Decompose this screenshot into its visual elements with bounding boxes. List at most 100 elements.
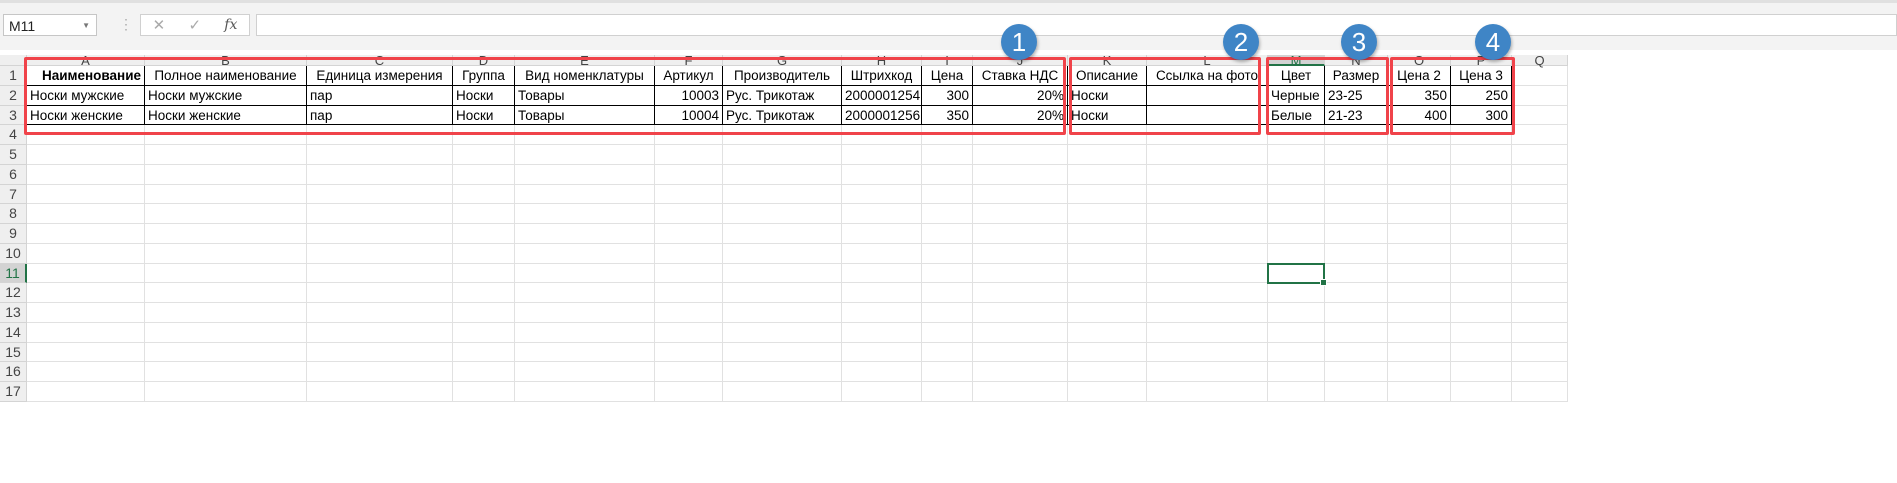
cell-G13[interactable]: [723, 303, 842, 323]
cell-B7[interactable]: [145, 184, 307, 205]
cell-N8[interactable]: [1325, 204, 1388, 224]
cell-N16[interactable]: [1325, 362, 1388, 382]
cell-F13[interactable]: [655, 303, 723, 323]
cell-P14[interactable]: [1451, 322, 1512, 343]
cell-H15[interactable]: [842, 342, 922, 363]
formula-input[interactable]: [256, 14, 1897, 36]
cell-K8[interactable]: [1068, 204, 1147, 224]
cell-G6[interactable]: [723, 164, 842, 185]
cell-M12[interactable]: [1268, 283, 1325, 303]
cell-K5[interactable]: [1068, 145, 1147, 165]
cell-I8[interactable]: [922, 204, 973, 224]
cell-N9[interactable]: [1325, 224, 1388, 244]
cell-P10[interactable]: [1451, 243, 1512, 264]
cell-M15[interactable]: [1268, 342, 1325, 363]
cell-E10[interactable]: [515, 243, 655, 264]
cell-F10[interactable]: [655, 243, 723, 264]
header-cell[interactable]: [1512, 66, 1568, 86]
cell-C14[interactable]: [307, 322, 453, 343]
cell-B11[interactable]: [145, 263, 307, 284]
cell-N14[interactable]: [1325, 322, 1388, 343]
cell-K17[interactable]: [1068, 382, 1147, 402]
cell-H13[interactable]: [842, 303, 922, 323]
cell-Q4[interactable]: [1512, 125, 1568, 145]
cell-N12[interactable]: [1325, 283, 1388, 303]
cell-A9[interactable]: [27, 224, 145, 244]
cell-O10[interactable]: [1388, 243, 1451, 264]
cell-J12[interactable]: [973, 283, 1068, 303]
cell-O17[interactable]: [1388, 382, 1451, 402]
cell-F6[interactable]: [655, 164, 723, 185]
cell-J8[interactable]: [973, 204, 1068, 224]
spreadsheet-grid[interactable]: A B C D E F G H I J K L M N O P Q 1 2 3 4 5 6 7 8 9 10 11 12 13 14 15 16…: [0, 24, 1897, 483]
cell-I9[interactable]: [922, 224, 973, 244]
cell-Q5[interactable]: [1512, 145, 1568, 165]
cell-M5[interactable]: [1268, 145, 1325, 165]
row-header-12[interactable]: 12: [0, 283, 27, 303]
row-header-2[interactable]: 2: [0, 85, 27, 106]
cell-P9[interactable]: [1451, 224, 1512, 244]
cell-F9[interactable]: [655, 224, 723, 244]
cell-C9[interactable]: [307, 224, 453, 244]
cell-O14[interactable]: [1388, 322, 1451, 343]
cell-N17[interactable]: [1325, 382, 1388, 402]
cell-D7[interactable]: [453, 184, 515, 205]
cell-F17[interactable]: [655, 382, 723, 402]
cell-O12[interactable]: [1388, 283, 1451, 303]
cell-L7[interactable]: [1147, 184, 1268, 205]
cell-N11[interactable]: [1325, 263, 1388, 284]
cell-J15[interactable]: [973, 342, 1068, 363]
cell-F5[interactable]: [655, 145, 723, 165]
cell-H14[interactable]: [842, 322, 922, 343]
cell-Q17[interactable]: [1512, 382, 1568, 402]
cell-I10[interactable]: [922, 243, 973, 264]
row-header-17[interactable]: 17: [0, 382, 27, 402]
row-header-6[interactable]: 6: [0, 164, 27, 185]
cell-P8[interactable]: [1451, 204, 1512, 224]
cell-M10[interactable]: [1268, 243, 1325, 264]
cell-J16[interactable]: [973, 362, 1068, 382]
cell-Q8[interactable]: [1512, 204, 1568, 224]
cell-C7[interactable]: [307, 184, 453, 205]
cell-I15[interactable]: [922, 342, 973, 363]
cell-L12[interactable]: [1147, 283, 1268, 303]
cell-L8[interactable]: [1147, 204, 1268, 224]
cell-O9[interactable]: [1388, 224, 1451, 244]
enter-icon[interactable]: ✓: [188, 16, 201, 34]
cell-G8[interactable]: [723, 204, 842, 224]
cell-G11[interactable]: [723, 263, 842, 284]
cell-Q2[interactable]: [1512, 85, 1568, 106]
cell-L10[interactable]: [1147, 243, 1268, 264]
cell-H6[interactable]: [842, 164, 922, 185]
cell-G5[interactable]: [723, 145, 842, 165]
cell-L15[interactable]: [1147, 342, 1268, 363]
cell-A5[interactable]: [27, 145, 145, 165]
cell-F16[interactable]: [655, 362, 723, 382]
cell-A6[interactable]: [27, 164, 145, 185]
cell-P7[interactable]: [1451, 184, 1512, 205]
cell-D12[interactable]: [453, 283, 515, 303]
cell-B15[interactable]: [145, 342, 307, 363]
cell-F7[interactable]: [655, 184, 723, 205]
chevron-down-icon[interactable]: ▼: [82, 15, 90, 37]
cell-M8[interactable]: [1268, 204, 1325, 224]
cell-D6[interactable]: [453, 164, 515, 185]
cell-J6[interactable]: [973, 164, 1068, 185]
cell-I11[interactable]: [922, 263, 973, 284]
cell-N10[interactable]: [1325, 243, 1388, 264]
cell-K13[interactable]: [1068, 303, 1147, 323]
row-header-9[interactable]: 9: [0, 224, 27, 244]
cell-C11[interactable]: [307, 263, 453, 284]
cell-H7[interactable]: [842, 184, 922, 205]
cell-Q11[interactable]: [1512, 263, 1568, 284]
cell-A11[interactable]: [27, 263, 145, 284]
cell-B17[interactable]: [145, 382, 307, 402]
cell-A10[interactable]: [27, 243, 145, 264]
row-header-11[interactable]: 11: [0, 263, 27, 284]
cell-A8[interactable]: [27, 204, 145, 224]
cell-G7[interactable]: [723, 184, 842, 205]
cell-L5[interactable]: [1147, 145, 1268, 165]
cell-C6[interactable]: [307, 164, 453, 185]
cell-F15[interactable]: [655, 342, 723, 363]
row-header-1[interactable]: 1: [0, 66, 27, 86]
